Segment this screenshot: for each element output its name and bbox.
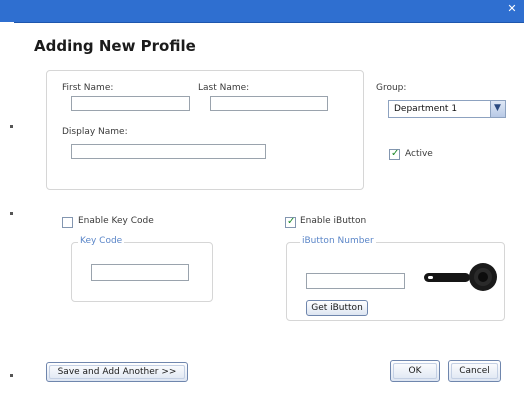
dialog-title: Adding New Profile (34, 37, 196, 55)
ibutton-legend: iButton Number (300, 236, 376, 246)
checkmark-icon: ✓ (287, 216, 296, 227)
ok-label: OK (408, 366, 422, 376)
edge-marker (10, 212, 13, 215)
cancel-button[interactable]: Cancel (448, 360, 501, 382)
ok-button[interactable]: OK (390, 360, 440, 382)
display-name-label: Display Name: (62, 127, 128, 137)
enable-key-code-label: Enable Key Code (78, 216, 154, 226)
ibutton-key-icon (424, 263, 497, 291)
save-and-add-another-button[interactable]: Save and Add Another >> (46, 362, 188, 382)
enable-key-code-checkbox[interactable] (62, 217, 73, 228)
group-label: Group: (376, 83, 407, 93)
chevron-down-icon[interactable]: ▼ (490, 101, 505, 117)
ibutton-number-field[interactable] (306, 273, 405, 289)
first-name-field[interactable] (71, 96, 190, 111)
first-name-label: First Name: (62, 83, 114, 93)
cancel-label: Cancel (459, 366, 490, 376)
adding-profile-dialog: ✕ Adding New Profile First Name: Last Na… (0, 0, 524, 399)
last-name-label: Last Name: (198, 83, 250, 93)
edge-marker (10, 374, 13, 377)
enable-ibutton-checkbox[interactable]: ✓ (285, 216, 296, 228)
window-titlebar[interactable]: ✕ (0, 0, 524, 23)
display-name-field[interactable] (71, 144, 266, 159)
get-ibutton-label: Get iButton (311, 303, 363, 313)
edge-marker (10, 125, 13, 128)
key-code-legend: Key Code (78, 236, 125, 246)
checkmark-icon: ✓ (391, 148, 400, 159)
key-code-field[interactable] (91, 264, 189, 281)
last-name-field[interactable] (210, 96, 328, 111)
close-icon[interactable]: ✕ (505, 2, 519, 16)
active-checkbox[interactable]: ✓ (389, 148, 400, 160)
save-and-add-another-label: Save and Add Another >> (57, 367, 177, 377)
group-selected-value: Department 1 (394, 104, 458, 114)
get-ibutton-button[interactable]: Get iButton (306, 300, 368, 316)
group-select[interactable]: Department 1 ▼ (388, 100, 506, 118)
left-edge (0, 22, 14, 399)
enable-ibutton-label: Enable iButton (300, 216, 367, 226)
active-label: Active (405, 149, 433, 159)
